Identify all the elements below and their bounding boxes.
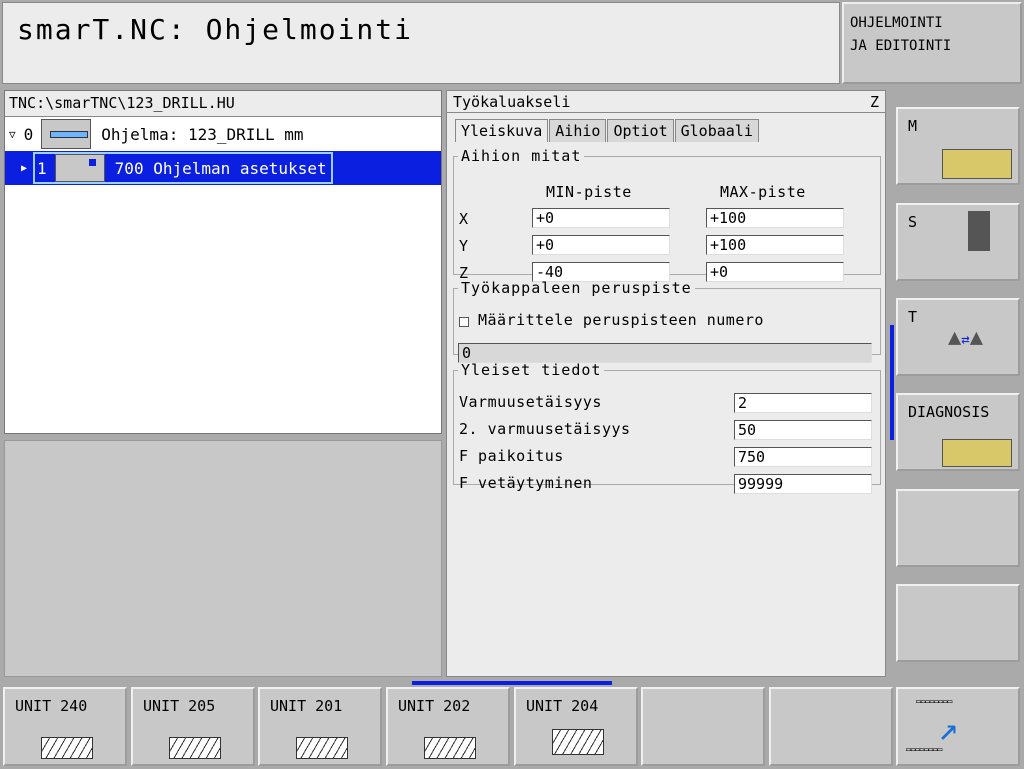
softkey-row-icon: ▭▭▭▭▭▭▭▭ [916,697,952,707]
softkey-label: UNIT 204 [526,697,599,715]
softkey-s[interactable]: S [896,203,1020,281]
group-legend: Yleiset tiedot [461,361,602,379]
tab-yleiskuva[interactable]: Yleiskuva [455,119,549,142]
softkey-row-icon: ▭▭▭▭▭▭▭▭ [906,745,942,755]
softkey-unit-202[interactable]: UNIT 202 [386,687,510,766]
tab-optiot[interactable]: Optiot [607,119,674,142]
feed-retraction-input[interactable]: 99999 [734,474,872,494]
second-clearance-input[interactable]: 50 [734,420,872,440]
deep-drill-icon [169,737,221,759]
softkey-label: UNIT 202 [398,697,471,715]
softkey-scroll-indicator [890,325,894,440]
softkey-diagnosis[interactable]: DIAGNOSIS [896,393,1020,471]
form-header: Työkaluakseli Z [447,91,885,113]
title-bar: smarT.NC: Ohjelmointi [2,2,840,84]
tree-label: Ohjelma: 123_DRILL mm [101,124,304,144]
checkbox-label: Määrittele peruspisteen numero [478,311,764,329]
app-title: smarT.NC: Ohjelmointi [17,13,414,46]
next-softkey-row-icon: ↗ [938,709,959,749]
mode-indicator: OHJELMOINTI JA EDITOINTI [842,2,1022,84]
softkey-empty-6[interactable] [641,687,765,766]
field-label: Varmuusetäisyys [459,393,602,411]
tree-index: 1 [37,158,47,178]
expand-triangle-icon[interactable]: ▽ [9,128,16,141]
softkey-unit-201[interactable]: UNIT 201 [258,687,382,766]
softkey-next-row[interactable]: ▭▭▭▭▭▭▭▭ ↗ ▭▭▭▭▭▭▭▭ [896,687,1020,766]
set-up-clearance-input[interactable]: 2 [734,393,872,413]
centering-icon [41,737,93,759]
group-legend: Aihion mitat [461,147,582,165]
program-tree: TNC:\smarTNC\123_DRILL.HU ▽ 0 Ohjelma: 1… [4,90,442,434]
tab-aihio[interactable]: Aihio [549,119,607,142]
axis-label: X [459,210,469,228]
tab-bar: Yleiskuva Aihio Optiot Globaali [455,119,885,142]
datum-number-input[interactable]: 0 [458,343,872,363]
feed-positioning-input[interactable]: 750 [734,447,872,467]
softkey-empty-7[interactable] [769,687,893,766]
machine-spindle-icon [942,149,1012,179]
y-min-input[interactable]: +0 [532,235,670,255]
tab-globaali[interactable]: Globaali [674,119,759,142]
softkey-m[interactable]: M [896,107,1020,185]
softkey-unit-240[interactable]: UNIT 240 [3,687,127,766]
program-icon [41,119,92,149]
softkey-label: S [908,213,918,231]
tree-index: 0 [23,124,34,144]
boring-icon [424,737,476,759]
form-header-axis: Z [869,93,879,111]
field-label: F paikoitus [459,447,564,465]
softkey-label: UNIT 205 [143,697,216,715]
spindle-rotation-icon [968,211,990,251]
diagnosis-icon [942,439,1012,467]
group-legend: Työkappaleen peruspiste [461,279,692,297]
form-panel: Työkaluakseli Z Yleiskuva Aihio Optiot G… [446,90,886,677]
file-path: TNC:\smarTNC\123_DRILL.HU [5,91,441,117]
softkey-label: M [908,117,918,135]
field-label: F vetäytyminen [459,474,593,492]
axis-label: Y [459,237,469,255]
softkey-label: UNIT 240 [15,697,88,715]
settings-icon [54,154,105,182]
x-max-input[interactable]: +100 [706,208,844,228]
blank-dimensions-group: Aihion mitat MIN-piste MAX-piste X +0 +1… [453,147,881,282]
mode-line-2: JA EDITOINTI [850,38,952,54]
general-group: Yleiset tiedot Varmuusetäisyys 2 2. varm… [453,361,881,494]
softkey-t[interactable]: T ▲⇄▲ [896,298,1020,376]
collapsed-triangle-icon[interactable]: ▶ [21,163,27,174]
form-header-label: Työkaluakseli [453,93,571,111]
softkey-unit-205[interactable]: UNIT 205 [131,687,255,766]
tree-item-program[interactable]: ▽ 0 Ohjelma: 123_DRILL mm [5,117,441,151]
graphics-area [4,440,442,677]
softkey-row-indicator [412,681,612,685]
tree-label: 700 Ohjelman asetukset [114,158,327,178]
softkey-label: T [908,308,918,326]
reaming-icon [296,737,348,759]
back-boring-icon [552,729,604,755]
softkey-empty-5[interactable] [896,489,1020,567]
mode-line-1: OHJELMOINTI [850,15,943,31]
softkey-label: DIAGNOSIS [908,403,990,421]
datum-group: Työkappaleen peruspiste Määrittele perus… [453,279,881,363]
max-header: MAX-piste [720,183,806,201]
tree-item-settings[interactable]: ▶ 1 700 Ohjelman asetukset [5,151,441,185]
tool-change-icon: ▲⇄▲ [948,325,983,350]
min-header: MIN-piste [546,183,632,201]
x-min-input[interactable]: +0 [532,208,670,228]
softkey-empty-6[interactable] [896,584,1020,662]
y-max-input[interactable]: +100 [706,235,844,255]
field-label: 2. varmuusetäisyys [459,420,631,438]
softkey-label: UNIT 201 [270,697,343,715]
softkey-unit-204[interactable]: UNIT 204 [514,687,638,766]
define-datum-checkbox[interactable] [459,317,469,327]
